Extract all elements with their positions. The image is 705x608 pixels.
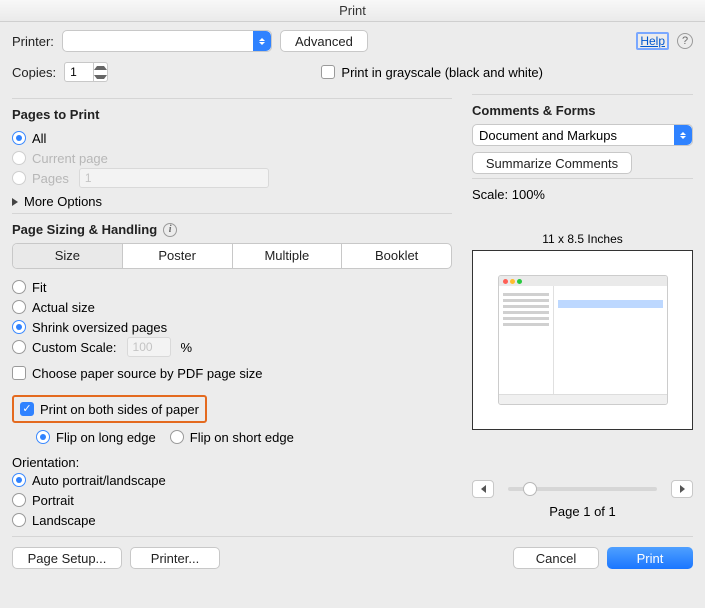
advanced-button[interactable]: Advanced (280, 30, 368, 52)
printer-button[interactable]: Printer... (130, 547, 220, 569)
actual-size-label: Actual size (32, 300, 95, 315)
copies-input[interactable] (64, 62, 94, 82)
both-sides-label: Print on both sides of paper (40, 402, 199, 417)
custom-scale-label: Custom Scale: (32, 340, 117, 355)
comments-select-value: Document and Markups (479, 128, 617, 143)
window-title: Print (0, 0, 705, 22)
chevron-left-icon (481, 485, 486, 493)
choose-paper-label: Choose paper source by PDF page size (32, 366, 263, 381)
orientation-landscape-label: Landscape (32, 513, 96, 528)
cancel-button[interactable]: Cancel (513, 547, 599, 569)
prev-page-button[interactable] (472, 480, 494, 498)
copies-label: Copies: (12, 65, 56, 80)
advanced-button-label: Advanced (295, 34, 353, 49)
flip-short-label: Flip on short edge (190, 430, 294, 445)
seg-booklet[interactable]: Booklet (341, 244, 451, 268)
info-icon[interactable]: i (163, 223, 177, 237)
printer-label: Printer: (12, 34, 54, 49)
seg-poster[interactable]: Poster (122, 244, 232, 268)
both-sides-callout: Print on both sides of paper (12, 395, 207, 423)
help-link[interactable]: Help (636, 32, 669, 50)
scale-label: Scale: 100% (472, 187, 693, 202)
shrink-label: Shrink oversized pages (32, 320, 167, 335)
more-options-label: More Options (24, 194, 102, 209)
disclosure-triangle-icon (12, 198, 18, 206)
actual-size-radio[interactable]: Actual size (12, 297, 452, 317)
comments-select[interactable]: Document and Markups (472, 124, 693, 146)
orientation-landscape-radio[interactable]: Landscape (12, 510, 452, 530)
seg-size[interactable]: Size (13, 244, 122, 268)
fit-label: Fit (32, 280, 46, 295)
dropdown-arrow-icon (253, 31, 271, 51)
chevron-right-icon (680, 485, 685, 493)
copies-stepper[interactable] (64, 62, 108, 82)
page-slider[interactable] (508, 487, 657, 491)
both-sides-checkbox[interactable]: Print on both sides of paper (20, 399, 199, 419)
orientation-portrait-radio[interactable]: Portrait (12, 490, 452, 510)
custom-scale-input (127, 337, 171, 357)
stepper-arrows-icon[interactable] (94, 62, 108, 82)
preview-thumbnail (498, 275, 668, 405)
printer-select[interactable] (62, 30, 272, 52)
page-setup-label: Page Setup... (28, 551, 107, 566)
percent-label: % (181, 340, 193, 355)
orientation-auto-radio[interactable]: Auto portrait/landscape (12, 470, 452, 490)
custom-scale-radio[interactable]: Custom Scale: % (12, 337, 452, 357)
grayscale-checkbox[interactable]: Print in grayscale (black and white) (321, 62, 543, 82)
flip-short-radio[interactable]: Flip on short edge (170, 427, 294, 447)
pages-all-label: All (32, 131, 46, 146)
choose-paper-checkbox[interactable]: Choose paper source by PDF page size (12, 363, 452, 383)
pages-current-label: Current page (32, 151, 108, 166)
flip-long-label: Flip on long edge (56, 430, 156, 445)
print-label: Print (637, 551, 664, 566)
pages-range-label: Pages (32, 171, 69, 186)
shrink-radio[interactable]: Shrink oversized pages (12, 317, 452, 337)
pages-range-radio[interactable]: Pages (12, 168, 452, 188)
pages-current-radio: Current page (12, 148, 452, 168)
preview-dims: 11 x 8.5 Inches (472, 232, 693, 246)
preview-box (472, 250, 693, 430)
page-setup-button[interactable]: Page Setup... (12, 547, 122, 569)
printer-button-label: Printer... (151, 551, 199, 566)
fit-radio[interactable]: Fit (12, 277, 452, 297)
summarize-label: Summarize Comments (486, 156, 618, 171)
cancel-label: Cancel (536, 551, 576, 566)
orientation-label: Orientation: (12, 455, 452, 470)
pages-to-print-title: Pages to Print (12, 107, 452, 122)
orientation-auto-label: Auto portrait/landscape (32, 473, 166, 488)
pages-all-radio[interactable]: All (12, 128, 452, 148)
print-button[interactable]: Print (607, 547, 693, 569)
pages-range-input (79, 168, 269, 188)
flip-long-radio[interactable]: Flip on long edge (36, 427, 156, 447)
more-options-disclosure[interactable]: More Options (12, 194, 102, 209)
help-icon[interactable]: ? (677, 33, 693, 49)
page-of-label: Page 1 of 1 (472, 504, 693, 519)
dropdown-arrow-icon (674, 125, 692, 145)
grayscale-label: Print in grayscale (black and white) (341, 65, 543, 80)
next-page-button[interactable] (671, 480, 693, 498)
comments-title: Comments & Forms (472, 103, 693, 118)
summarize-button[interactable]: Summarize Comments (472, 152, 632, 174)
seg-multiple[interactable]: Multiple (232, 244, 342, 268)
orientation-portrait-label: Portrait (32, 493, 74, 508)
slider-thumb[interactable] (523, 482, 537, 496)
sizing-segmented[interactable]: Size Poster Multiple Booklet (12, 243, 452, 269)
sizing-title: Page Sizing & Handling (12, 222, 157, 237)
